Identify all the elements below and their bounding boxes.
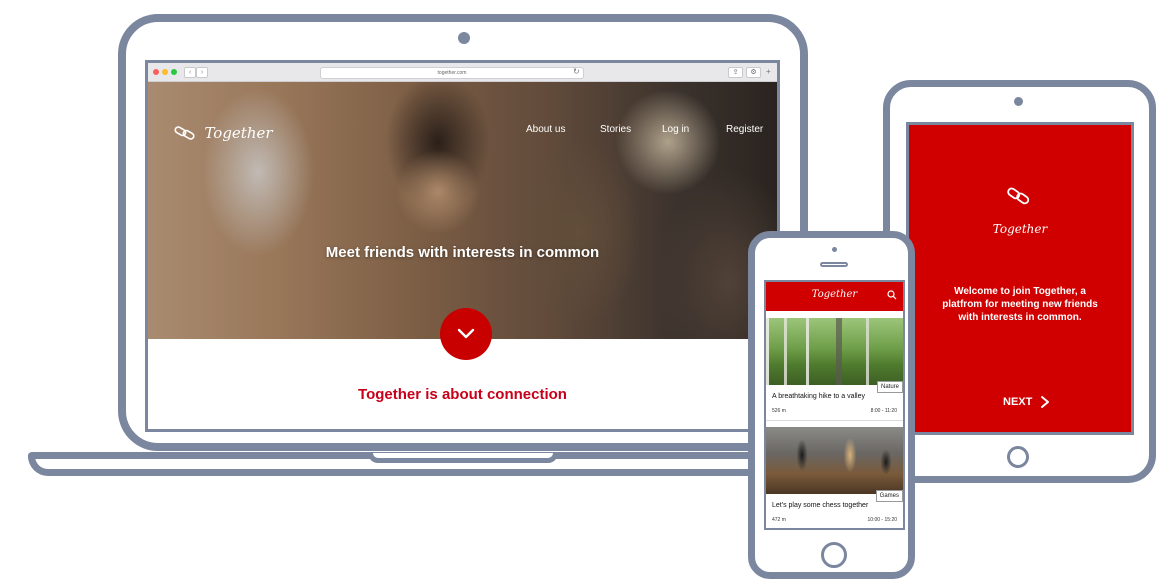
- tablet-camera: [1014, 97, 1023, 106]
- browser-toolbar: ‹ › together.com ↻ ⇪ ⚙ +: [148, 63, 777, 82]
- card-time: 10:00 - 15:20: [867, 517, 897, 523]
- laptop-camera: [458, 32, 470, 44]
- back-icon[interactable]: ‹: [184, 67, 196, 78]
- close-dot-icon[interactable]: [153, 69, 159, 75]
- site-logo[interactable]: Together: [174, 124, 273, 142]
- scroll-down-button[interactable]: [440, 308, 492, 360]
- tagline: Together is about connection: [358, 386, 567, 403]
- chevron-right-icon: [1041, 396, 1050, 408]
- nav-log-in[interactable]: Log in: [662, 124, 689, 135]
- nav-stories[interactable]: Stories: [600, 124, 631, 135]
- card-image-games[interactable]: [766, 427, 903, 494]
- logo-text: Together: [204, 124, 273, 142]
- search-icon[interactable]: [887, 290, 897, 300]
- welcome-text: Welcome to join Together, a platfrom for…: [942, 286, 1098, 323]
- chevron-down-icon: [457, 328, 475, 339]
- laptop-notch: [368, 453, 558, 463]
- next-button[interactable]: NEXT: [1003, 395, 1051, 409]
- minimize-dot-icon[interactable]: [162, 69, 168, 75]
- card-time: 8:00 - 11:20: [870, 408, 897, 414]
- phone-home-button[interactable]: [821, 542, 847, 568]
- phone-camera: [832, 247, 837, 252]
- next-label: NEXT: [1003, 395, 1033, 408]
- phone-speaker: [820, 262, 848, 267]
- url-bar[interactable]: together.com: [320, 67, 584, 79]
- reload-icon[interactable]: ↻: [573, 67, 580, 76]
- tablet-screen: Together Welcome to join Together, a pla…: [906, 122, 1134, 435]
- card-title[interactable]: Let's play some chess together: [772, 502, 868, 509]
- forward-icon[interactable]: ›: [196, 67, 208, 78]
- app-header: Together: [766, 282, 903, 311]
- nav-about-us[interactable]: About us: [526, 124, 565, 135]
- hero-title: Meet friends with interests in common: [325, 244, 600, 261]
- settings-icon[interactable]: ⚙: [746, 67, 761, 78]
- maximize-dot-icon[interactable]: [171, 69, 177, 75]
- tablet-logo-text: Together: [992, 222, 1048, 236]
- url-text: together.com: [437, 70, 467, 76]
- hero-banner: Together About us Stories Log in Registe…: [148, 82, 777, 339]
- phone-screen: Together Nature A breathtaking hike to a…: [764, 280, 905, 530]
- card-tag: Nature: [876, 381, 903, 393]
- tablet-home-button[interactable]: [1007, 446, 1029, 468]
- nav-register[interactable]: Register: [726, 124, 763, 135]
- app-title: Together: [811, 289, 858, 300]
- card-title[interactable]: A breathtaking hike to a valley: [772, 393, 865, 400]
- chain-link-icon: [174, 126, 195, 140]
- add-tab-icon[interactable]: +: [766, 67, 771, 76]
- share-icon[interactable]: ⇪: [728, 67, 743, 78]
- chain-link-icon: [1007, 187, 1030, 205]
- laptop-screen: ‹ › together.com ↻ ⇪ ⚙ + Together About …: [145, 60, 780, 432]
- card-tag: Games: [875, 490, 903, 502]
- card-image-nature[interactable]: [766, 318, 903, 385]
- card-distance: 526 m: [772, 408, 786, 414]
- card-distance: 472 m: [772, 517, 786, 523]
